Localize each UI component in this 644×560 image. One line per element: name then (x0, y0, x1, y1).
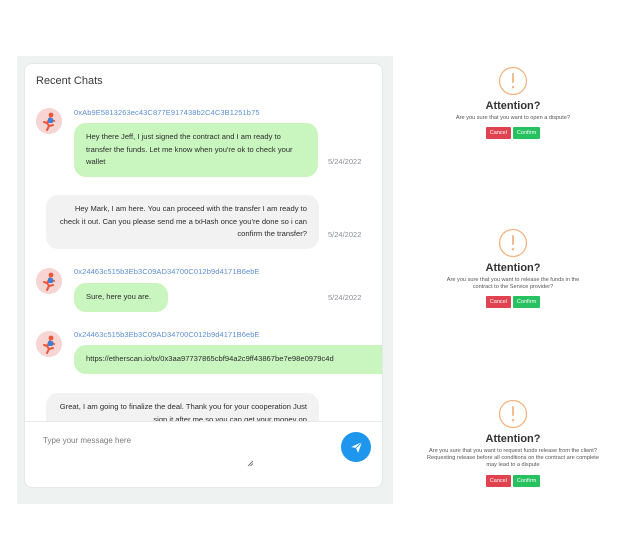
message-bubble-outgoing: Great, I am going to finalize the deal. … (46, 393, 319, 421)
message-bubble-incoming: Hey there Jeff, I just signed the contra… (74, 123, 318, 177)
release-funds-dialog: Attention? Are you sure that you want to… (423, 228, 603, 309)
confirm-button[interactable]: Confirm (512, 474, 541, 487)
dialog-message: Are you sure that you want to open a dis… (455, 115, 571, 121)
exclamation-circle-icon (498, 228, 528, 258)
dialog-message: Are you sure that you want to request fu… (427, 448, 599, 469)
dialog-title: Attention? (485, 433, 541, 445)
dispute-dialog: Attention? Are you sure that you want to… (423, 66, 603, 140)
sender-address[interactable]: 0x24463c515b3Eb3C09AD34700C012b9d4171B6e… (74, 330, 260, 339)
dialog-title: Attention? (485, 100, 541, 112)
cancel-button[interactable]: Cancel (485, 127, 511, 140)
dialog-message: Are you sure that you want to release th… (446, 277, 580, 291)
dialog-title: Attention? (485, 262, 541, 274)
message-date: 5/24/2022 (328, 230, 362, 239)
message-bubble-outgoing: Hey Mark, I am here. You can proceed wit… (46, 195, 319, 249)
exclamation-circle-icon (498, 399, 528, 429)
resize-grip-icon[interactable] (247, 460, 254, 467)
send-button[interactable] (341, 432, 371, 462)
confirm-button[interactable]: Confirm (512, 296, 541, 309)
message-date: 5/24/2022 (328, 293, 362, 302)
sender-address[interactable]: 0xAb9E5813263ec43C877E917438b2C4C3B1251b… (74, 108, 260, 117)
runner-avatar-icon (36, 108, 62, 134)
request-release-dialog: Attention? Are you sure that you want to… (423, 399, 603, 487)
confirm-button[interactable]: Confirm (512, 127, 541, 140)
paper-plane-icon (350, 441, 362, 453)
runner-avatar-icon (36, 331, 62, 357)
message-date: 5/24/2022 (328, 157, 362, 166)
exclamation-circle-icon (498, 66, 528, 96)
cancel-button[interactable]: Cancel (485, 474, 511, 487)
message-input[interactable] (35, 428, 255, 470)
message-list[interactable]: 0xAb9E5813263ec43C877E917438b2C4C3B1251b… (25, 100, 382, 421)
composer-divider (25, 421, 382, 422)
message-bubble-incoming: Sure, here you are. (74, 283, 168, 312)
chat-title: Recent Chats (36, 75, 103, 87)
recent-chats-card: Recent Chats 0xAb9E5813263ec43C877E91743… (24, 63, 383, 488)
cancel-button[interactable]: Cancel (485, 296, 511, 309)
message-bubble-link[interactable]: https://etherscan.io/tx/0x3aa97737865cbf… (74, 345, 382, 374)
sender-address[interactable]: 0x24463c515b3Eb3C09AD34700C012b9d4171B6e… (74, 267, 260, 276)
runner-avatar-icon (36, 268, 62, 294)
